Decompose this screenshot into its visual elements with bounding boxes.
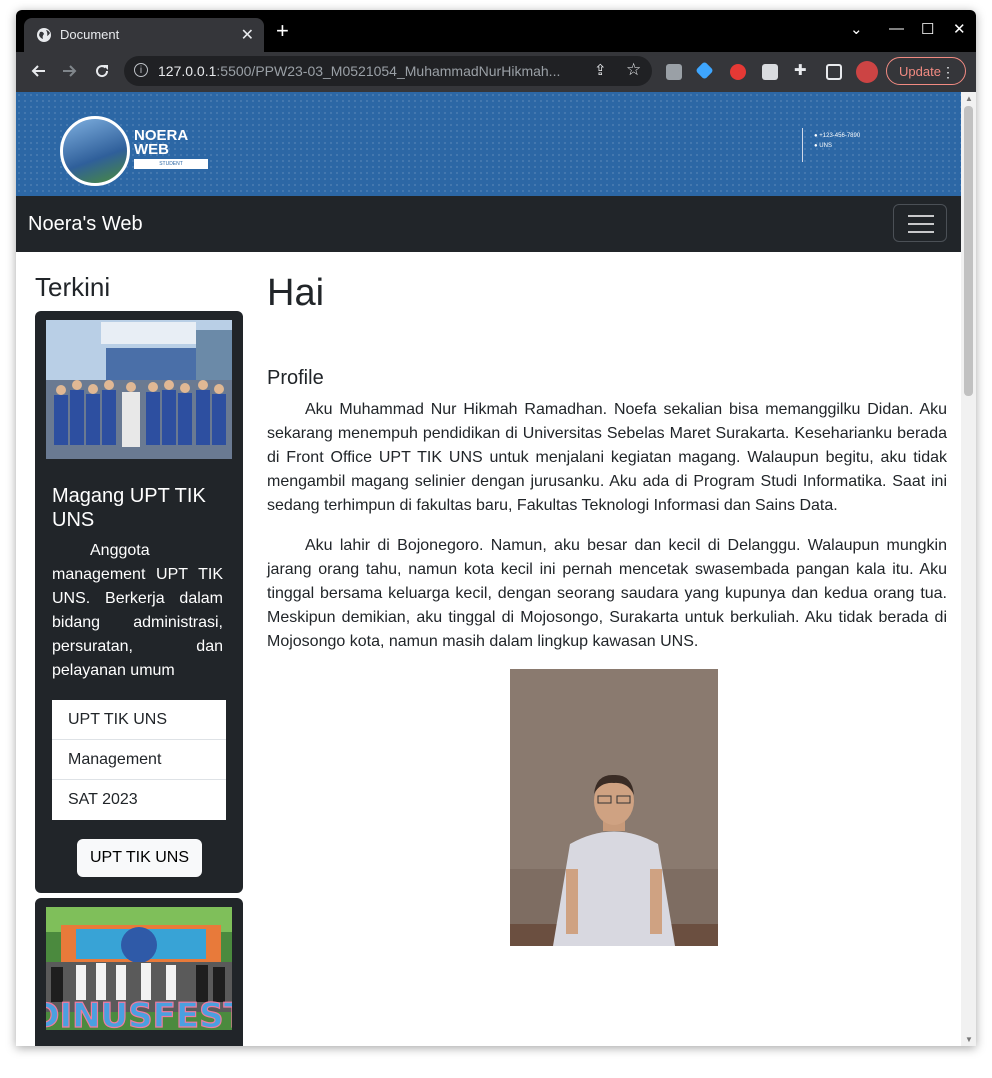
navbar-toggler-button[interactable] [893, 204, 947, 242]
sidebar-title: Terkini [35, 272, 111, 302]
hamburger-icon-bar [908, 223, 934, 225]
adblock-extension-icon[interactable] [730, 64, 746, 80]
profile-paragraph: Aku lahir di Bojonegoro. Namun, aku besa… [267, 537, 947, 650]
list-item: UPT TIK UNS [52, 700, 226, 740]
list-item: SAT 2023 [68, 791, 138, 808]
scrollbar-thumb[interactable] [964, 106, 973, 396]
puzzle-extensions-icon[interactable]: ✚ [794, 61, 810, 79]
list-item: Management [52, 740, 226, 780]
title-bar: Document ✕ + ⌄ — ☐ ✕ [16, 10, 976, 52]
browser-toolbar: i 127.0.0.1:5500/PPW23-03_M0521054_Muham… [16, 52, 976, 92]
internship-group-photo [46, 320, 232, 459]
maximize-button[interactable]: ☐ [921, 20, 934, 38]
diamond-extension-icon[interactable] [695, 61, 714, 80]
card-text: Anggota management UPT TIK UNS. Berkerja… [52, 542, 223, 679]
side-panel-icon[interactable] [826, 64, 842, 80]
close-tab-icon[interactable]: ✕ [241, 25, 254, 45]
contact-phone: ● +123-456-7890 [814, 133, 861, 139]
info-icon[interactable]: i [134, 63, 148, 77]
tab-title: Document [60, 27, 120, 42]
page-title: Hai [267, 272, 325, 314]
section-title: Profile [267, 367, 324, 389]
menu-dots-icon[interactable]: ⋮ [941, 58, 955, 86]
profile-avatar-icon[interactable] [856, 61, 878, 83]
url-text: 127.0.0.1:5500/PPW23-03_M0521054_Muhamma… [158, 63, 560, 79]
news-card: DINUSFEST [35, 898, 243, 1046]
globe-icon [37, 28, 51, 42]
new-tab-button[interactable]: + [276, 20, 289, 42]
contact-location: ● UNS [814, 143, 832, 149]
hamburger-icon-bar [908, 231, 934, 233]
profile-paragraph: Aku Muhammad Nur Hikmah Ramadhan. Noefa … [267, 401, 947, 514]
address-bar[interactable]: i 127.0.0.1:5500/PPW23-03_M0521054_Muham… [124, 56, 652, 86]
url-path: :5500/PPW23-03_M0521054_MuhammadNurHikma… [216, 63, 561, 79]
navbar-brand[interactable]: Noera's Web [28, 213, 143, 236]
profile-photo [510, 669, 718, 946]
page-viewport: NOERA WEB STUDENT ● +123-456-7890 ● UNS … [16, 92, 961, 1046]
header-banner: NOERA WEB STUDENT ● +123-456-7890 ● UNS [16, 92, 961, 196]
minimize-button[interactable]: — [889, 20, 904, 37]
image-extension-icon[interactable] [762, 64, 778, 80]
browser-window: Document ✕ + ⌄ — ☐ ✕ i 127.0.0.1:5500/PP… [16, 10, 976, 1046]
camera-extension-icon[interactable] [666, 64, 682, 80]
tab-search-icon[interactable]: ⌄ [850, 20, 863, 38]
dinusfest-photo: DINUSFEST [46, 907, 232, 1030]
forward-arrow-icon[interactable] [62, 63, 78, 79]
campus-logo-image [60, 116, 130, 186]
update-label: Update [899, 64, 941, 79]
url-host: 127.0.0.1 [158, 63, 217, 79]
reload-icon[interactable] [94, 63, 110, 79]
location-text: UNS [819, 143, 832, 149]
contact-divider [802, 128, 803, 162]
card-title: Magang UPT TIK UNS [52, 485, 206, 531]
navbar: Noera's Web [16, 196, 961, 252]
hamburger-icon [908, 215, 934, 217]
phone-text: +123-456-7890 [819, 133, 861, 139]
share-icon[interactable]: ⇪ [594, 61, 607, 79]
logo-line2: WEB [134, 141, 169, 158]
back-arrow-icon[interactable] [30, 63, 46, 79]
page-scrollbar[interactable]: ▲ ▼ [961, 92, 976, 1046]
logo-tag: STUDENT [134, 159, 208, 169]
bookmark-star-icon[interactable]: ☆ [626, 60, 641, 80]
browser-tab[interactable]: Document ✕ [24, 18, 264, 52]
card-list: UPT TIK UNS Management SAT 2023 [52, 700, 226, 820]
dinusfest-sign-text: DINUSFEST [46, 996, 232, 1030]
news-card: Magang UPT TIK UNS Anggota management UP… [35, 311, 243, 893]
scroll-up-icon[interactable]: ▲ [965, 94, 973, 103]
card-link-button[interactable]: UPT TIK UNS [77, 839, 202, 877]
close-window-button[interactable]: ✕ [953, 20, 966, 38]
update-button[interactable]: Update ⋮ [886, 57, 966, 85]
scroll-down-icon[interactable]: ▼ [965, 1035, 973, 1044]
